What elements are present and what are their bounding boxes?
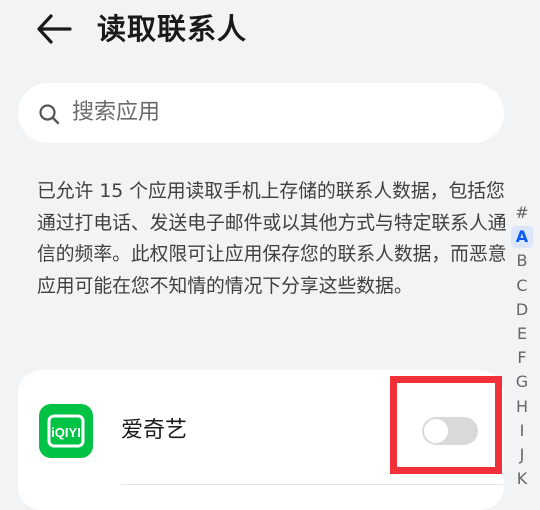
highlight-box [390,376,502,474]
alpha-index-item[interactable]: D [509,298,535,322]
alpha-index-item[interactable]: I [509,419,535,443]
alpha-index-letter: G [515,372,529,392]
alpha-index-item[interactable]: F [509,346,535,370]
alpha-index-item[interactable]: J [509,443,535,467]
alpha-index-letter: C [516,275,528,295]
alpha-index-letter: J [519,444,525,464]
search-icon [39,104,60,125]
header: 读取联系人 [0,0,540,64]
alpha-index-letter: D [515,299,529,319]
iqiyi-icon: iQIYI [39,404,93,458]
alpha-index-letter: # [515,203,529,222]
permission-description: 已允许 15 个应用读取手机上存储的联系人数据，包括您通过打电话、发送电子邮件或… [37,181,507,297]
iqiyi-icon-text: iQIYI [51,425,81,440]
alpha-index-letter: K [516,469,528,489]
alpha-index-letter: H [515,396,529,416]
alpha-index-item[interactable]: B [509,249,535,273]
alpha-index-letter: F [517,348,527,368]
alpha-index-item[interactable]: H [509,395,535,419]
divider [121,484,504,485]
search-placeholder: 搜索应用 [72,100,161,125]
alpha-index-letter: I [519,420,525,440]
alpha-index-item[interactable]: # [509,201,535,225]
page-title: 读取联系人 [97,12,248,46]
search-input[interactable]: 搜索应用 [18,83,504,143]
alpha-index-item[interactable]: A [509,225,535,249]
back-button[interactable] [32,10,74,48]
arrow-left-icon [37,14,72,44]
alpha-index-item[interactable]: G [509,370,535,394]
alpha-index-letter: E [516,323,528,343]
alpha-index-item[interactable]: C [509,274,535,298]
alpha-index-letter: B [516,251,528,271]
alpha-index-item[interactable]: E [509,322,535,346]
app-name: 爱奇艺 [121,418,188,443]
alphabet-index[interactable]: # A B C D E F G H I J K [509,201,535,491]
alpha-index-letter: A [511,226,533,249]
alpha-index-item[interactable]: K [509,467,535,491]
